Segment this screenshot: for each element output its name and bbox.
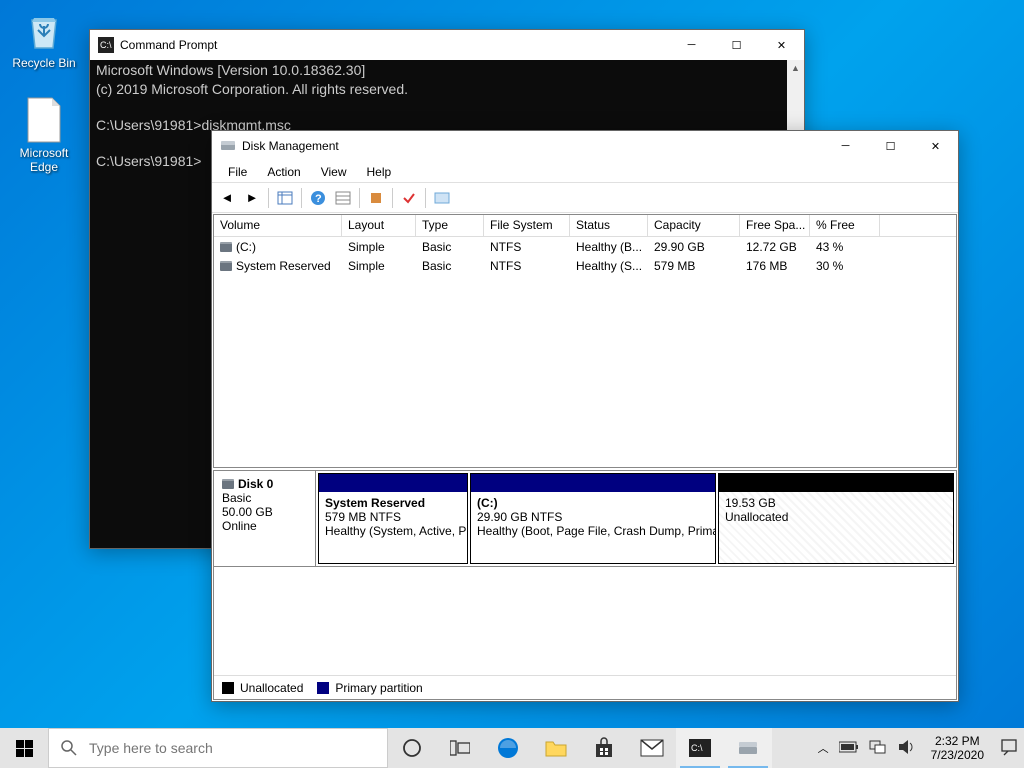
taskbar-clock[interactable]: 2:32 PM 7/23/2020 [925, 734, 990, 763]
menu-help[interactable]: Help [357, 163, 402, 181]
volume-icon [220, 261, 232, 271]
disk-row: Disk 0 Basic 50.00 GB Online System Rese… [214, 471, 956, 567]
menu-file[interactable]: File [218, 163, 257, 181]
close-button[interactable]: ✕ [759, 30, 804, 60]
store-icon [593, 737, 615, 759]
cmd-titlebar[interactable]: C:\ Command Prompt ─ ☐ ✕ [90, 30, 804, 60]
diskmgmt-taskbar-icon [737, 739, 759, 757]
svg-text:C:\: C:\ [100, 40, 112, 50]
edge-file-icon [20, 96, 68, 144]
menu-view[interactable]: View [311, 163, 357, 181]
taskbar-store[interactable] [580, 728, 628, 768]
disk-label[interactable]: Disk 0 Basic 50.00 GB Online [214, 471, 316, 566]
volume-list-pane[interactable]: Volume Layout Type File System Status Ca… [213, 214, 957, 468]
desktop-icon-recycle-bin[interactable]: Recycle Bin [6, 6, 82, 70]
svg-text:C:\: C:\ [691, 743, 703, 753]
taskbar-explorer[interactable] [532, 728, 580, 768]
maximize-button[interactable]: ☐ [714, 30, 759, 60]
properties-icon[interactable] [431, 187, 453, 209]
edge-icon [496, 736, 520, 760]
legend-swatch-primary [317, 682, 329, 694]
partition-system-reserved[interactable]: System Reserved 579 MB NTFS Healthy (Sys… [318, 473, 468, 564]
refresh-icon[interactable] [365, 187, 387, 209]
scroll-up-icon[interactable]: ▲ [787, 60, 804, 77]
dm-titlebar[interactable]: Disk Management ─ ☐ ✕ [212, 131, 958, 161]
help-icon[interactable]: ? [307, 187, 329, 209]
dm-menubar: File Action View Help [212, 161, 958, 183]
partition-c[interactable]: (C:) 29.90 GB NTFS Healthy (Boot, Page F… [470, 473, 716, 564]
col-capacity[interactable]: Capacity [648, 215, 740, 236]
minimize-button[interactable]: ─ [669, 30, 714, 60]
list-icon[interactable] [332, 187, 354, 209]
volume-column-headers: Volume Layout Type File System Status Ca… [214, 215, 956, 237]
tray-chevron-icon[interactable]: ︿ [818, 740, 829, 756]
taskbar-diskmgmt[interactable] [724, 728, 772, 768]
forward-button[interactable]: ► [241, 187, 263, 209]
disk-icon [222, 479, 234, 489]
view-icon[interactable] [274, 187, 296, 209]
minimize-button[interactable]: ─ [823, 131, 868, 161]
taskview-icon [450, 740, 470, 756]
col-status[interactable]: Status [570, 215, 648, 236]
volume-row[interactable]: (C:) Simple Basic NTFS Healthy (B... 29.… [214, 237, 956, 256]
taskbar-edge[interactable] [484, 728, 532, 768]
legend-swatch-unallocated [222, 682, 234, 694]
dm-toolbar: ◄ ► ? [212, 183, 958, 213]
disk-management-window: Disk Management ─ ☐ ✕ File Action View H… [211, 130, 959, 702]
back-button[interactable]: ◄ [216, 187, 238, 209]
partition-legend: Unallocated Primary partition [214, 675, 956, 699]
taskbar-cortana[interactable] [388, 728, 436, 768]
dm-title: Disk Management [242, 139, 823, 153]
search-input[interactable] [89, 740, 375, 756]
col-type[interactable]: Type [416, 215, 484, 236]
cmd-taskbar-icon: C:\ [689, 739, 711, 757]
col-layout[interactable]: Layout [342, 215, 416, 236]
system-tray: ︿ 2:32 PM 7/23/2020 [812, 728, 1024, 768]
tray-notifications-icon[interactable] [1000, 738, 1018, 759]
check-icon[interactable] [398, 187, 420, 209]
search-icon [61, 740, 77, 756]
start-button[interactable] [0, 728, 48, 768]
tray-battery-icon[interactable] [839, 741, 859, 756]
folder-icon [544, 738, 568, 758]
col-free[interactable]: Free Spa... [740, 215, 810, 236]
tray-network-icon[interactable] [869, 740, 887, 757]
taskbar-search[interactable] [48, 728, 388, 768]
recycle-bin-icon [20, 6, 68, 54]
col-pctfree[interactable]: % Free [810, 215, 880, 236]
tray-volume-icon[interactable] [897, 739, 915, 758]
taskbar-mail[interactable] [628, 728, 676, 768]
mail-icon [640, 739, 664, 757]
cortana-icon [402, 738, 422, 758]
partition-unallocated[interactable]: 19.53 GB Unallocated [718, 473, 954, 564]
menu-action[interactable]: Action [257, 163, 310, 181]
volume-icon [220, 242, 232, 252]
svg-text:?: ? [315, 193, 322, 205]
cmd-icon: C:\ [98, 37, 114, 53]
desktop-icon-edge[interactable]: Microsoft Edge [6, 96, 82, 174]
taskbar-taskview[interactable] [436, 728, 484, 768]
desktop-icon-label: Microsoft Edge [6, 146, 82, 174]
taskbar: C:\ ︿ 2:32 PM 7/23/2020 [0, 728, 1024, 768]
taskbar-cmd[interactable]: C:\ [676, 728, 724, 768]
col-volume[interactable]: Volume [214, 215, 342, 236]
maximize-button[interactable]: ☐ [868, 131, 913, 161]
disk-mgmt-icon [220, 138, 236, 154]
desktop-icon-label: Recycle Bin [6, 56, 82, 70]
volume-row[interactable]: System Reserved Simple Basic NTFS Health… [214, 256, 956, 275]
col-filesystem[interactable]: File System [484, 215, 570, 236]
disk-graphical-pane[interactable]: Disk 0 Basic 50.00 GB Online System Rese… [213, 470, 957, 700]
windows-logo-icon [16, 740, 33, 757]
cmd-title: Command Prompt [120, 38, 669, 52]
close-button[interactable]: ✕ [913, 131, 958, 161]
